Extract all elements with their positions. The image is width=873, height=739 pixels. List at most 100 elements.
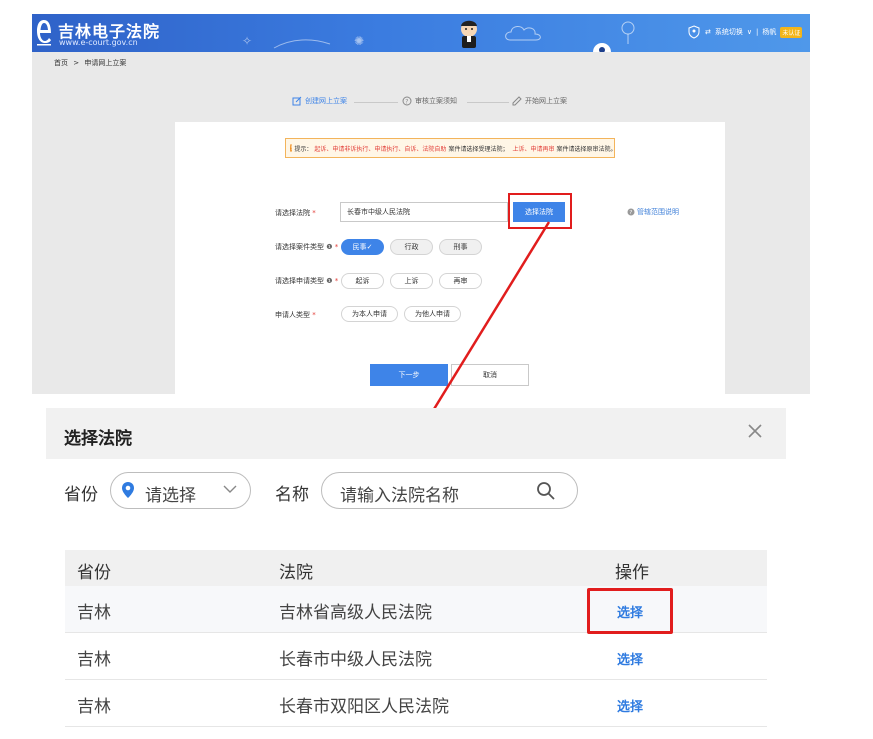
apply-type-sue[interactable]: 起诉	[341, 273, 384, 289]
svg-text:?: ?	[405, 99, 408, 106]
select-court-modal: 选择法院 省份 请选择 名称 请输入法院名称 省份 法院 操作 吉林 吉林省高级…	[46, 408, 786, 739]
apply-type-label-text: 请选择申请类型	[275, 277, 324, 285]
apply-type-label: 请选择申请类型 ❶ *	[275, 276, 338, 286]
case-type-civil[interactable]: 民事 ✓	[341, 239, 384, 255]
edit-icon	[292, 96, 302, 106]
court-logo-icon[interactable]	[35, 18, 53, 46]
breadcrumb-home[interactable]: 首页	[54, 59, 68, 67]
question-circle-icon: ?	[402, 96, 412, 106]
case-type-label: 请选择案件类型 ❶ *	[275, 242, 338, 252]
cell-court: 长春市中级人民法院	[279, 650, 432, 670]
required-mark: *	[312, 311, 316, 319]
table-header: 省份 法院 操作	[65, 550, 767, 586]
filing-stepper: 创建网上立案 ? 审核立案须知 开始网上立案	[292, 96, 582, 108]
highlight-box-court-button	[508, 193, 572, 229]
decor-sun-icon: ✺	[354, 34, 365, 48]
close-icon[interactable]	[746, 422, 764, 440]
location-pin-icon	[122, 482, 134, 498]
highlight-box-select-link	[587, 588, 673, 634]
tip-text: 案件请选择原审法院。	[556, 145, 615, 153]
decor-bubble-icon	[593, 43, 611, 52]
applicant-other[interactable]: 为他人申请	[404, 306, 461, 322]
filing-form-card: ! 提示： 起诉、申请非诉执行、申请执行、自诉、法院自助 案件请选择受理法院； …	[175, 122, 725, 394]
decor-cloud-icon	[505, 26, 541, 41]
step-connector	[467, 102, 509, 103]
step-connector	[354, 102, 398, 103]
applicant-self[interactable]: 为本人申请	[341, 306, 398, 322]
system-switch-menu[interactable]: 系统切换	[715, 27, 743, 37]
portal-url: www.e-court.gov.cn	[59, 38, 138, 47]
chevron-down-icon	[223, 485, 237, 493]
apply-type-appeal[interactable]: 上诉	[390, 273, 433, 289]
case-type-label-text: 请选择案件类型	[275, 243, 324, 251]
breadcrumb-separator: >	[73, 59, 80, 67]
court-name-placeholder: 请输入法院名称	[340, 486, 459, 506]
step-create-filing: 创建网上立案	[292, 96, 347, 106]
check-icon: ✓	[366, 243, 373, 251]
name-label: 名称	[275, 485, 309, 505]
applicant-label-text: 申请人类型	[275, 311, 310, 319]
court-input[interactable]: 长春市中级人民法院	[340, 202, 508, 222]
required-mark: *	[334, 243, 339, 251]
cell-province: 吉林	[77, 650, 111, 670]
breadcrumb: 首页 > 申请网上立案	[54, 58, 126, 68]
province-placeholder: 请选择	[145, 486, 196, 506]
cell-court: 长春市双阳区人民法院	[279, 697, 449, 717]
pill-label: 民事	[352, 243, 367, 251]
portal-header: 吉林电子法院 www.e-court.gov.cn ✧ ✺ ⇄ 系统切换 ∨ |…	[32, 14, 810, 52]
province-label: 省份	[64, 485, 98, 505]
tip-prefix: 提示：	[294, 145, 313, 153]
applicant-type-label: 申请人类型 *	[275, 310, 316, 320]
step-review-notice: ? 审核立案须知	[402, 96, 457, 106]
next-step-button[interactable]: 下一步	[370, 364, 448, 386]
chevron-down-icon: ∨	[746, 28, 752, 36]
decor-bulb-icon	[621, 21, 635, 44]
modal-header: 选择法院	[46, 408, 786, 459]
header-user-area: ⇄ 系统切换 ∨ | 杨帆 未认证	[687, 25, 803, 39]
apply-type-retrial[interactable]: 再审	[439, 273, 482, 289]
search-icon[interactable]	[536, 481, 556, 501]
province-select[interactable]: 请选择	[110, 472, 251, 509]
court-name-search-input[interactable]: 请输入法院名称	[321, 472, 578, 509]
table-row: 吉林 长春市双阳区人民法院 选择	[65, 680, 767, 727]
header-court: 法院	[279, 563, 313, 583]
tutorial-composite: 吉林电子法院 www.e-court.gov.cn ✧ ✺ ⇄ 系统切换 ∨ |…	[0, 0, 873, 739]
header-province: 省份	[77, 563, 111, 583]
header-divider: |	[756, 28, 759, 36]
header-action: 操作	[615, 563, 649, 583]
case-filing-page: 吉林电子法院 www.e-court.gov.cn ✧ ✺ ⇄ 系统切换 ∨ |…	[32, 14, 810, 394]
judge-mascot-icon	[461, 20, 477, 48]
cancel-button[interactable]: 取消	[451, 364, 529, 386]
jurisdiction-scope-link[interactable]: ? 管辖范围说明	[627, 207, 679, 217]
decor-star-icon: ✧	[242, 34, 253, 48]
warning-icon: !	[290, 144, 293, 152]
select-court-link[interactable]: 选择	[617, 696, 643, 715]
tip-highlight: 上诉、申请再审	[512, 145, 555, 153]
step-label: 创建网上立案	[305, 97, 347, 105]
tip-text: 案件请选择受理法院；	[448, 145, 509, 153]
scope-link-text[interactable]: 管辖范围说明	[637, 207, 679, 217]
help-icon[interactable]: ❶	[326, 243, 332, 251]
case-type-criminal[interactable]: 刑事	[439, 239, 482, 255]
cell-province: 吉林	[77, 697, 111, 717]
unverified-badge[interactable]: 未认证	[780, 26, 803, 38]
question-circle-icon: ?	[627, 208, 635, 216]
user-name[interactable]: 杨帆	[762, 27, 776, 37]
select-court-link[interactable]: 选择	[617, 649, 643, 668]
help-icon[interactable]: ❶	[326, 277, 332, 285]
case-type-administrative[interactable]: 行政	[390, 239, 433, 255]
required-mark: *	[312, 209, 316, 217]
required-mark: *	[334, 277, 339, 285]
tip-highlight: 起诉、申请非诉执行、申请执行、自诉、法院自助	[314, 145, 447, 153]
step-label: 开始网上立案	[525, 97, 567, 105]
shield-user-icon[interactable]	[687, 25, 701, 39]
breadcrumb-current: 申请网上立案	[84, 59, 127, 67]
table-row: 吉林 长春市中级人民法院 选择	[65, 633, 767, 680]
switch-icon: ⇄	[705, 28, 711, 36]
pen-icon	[512, 96, 522, 106]
filing-tip-banner: ! 提示： 起诉、申请非诉执行、申请执行、自诉、法院自助 案件请选择受理法院； …	[285, 138, 615, 158]
step-start-filing: 开始网上立案	[512, 96, 567, 106]
cell-province: 吉林	[77, 603, 111, 623]
modal-title: 选择法院	[64, 429, 132, 449]
svg-text:?: ?	[629, 210, 632, 216]
